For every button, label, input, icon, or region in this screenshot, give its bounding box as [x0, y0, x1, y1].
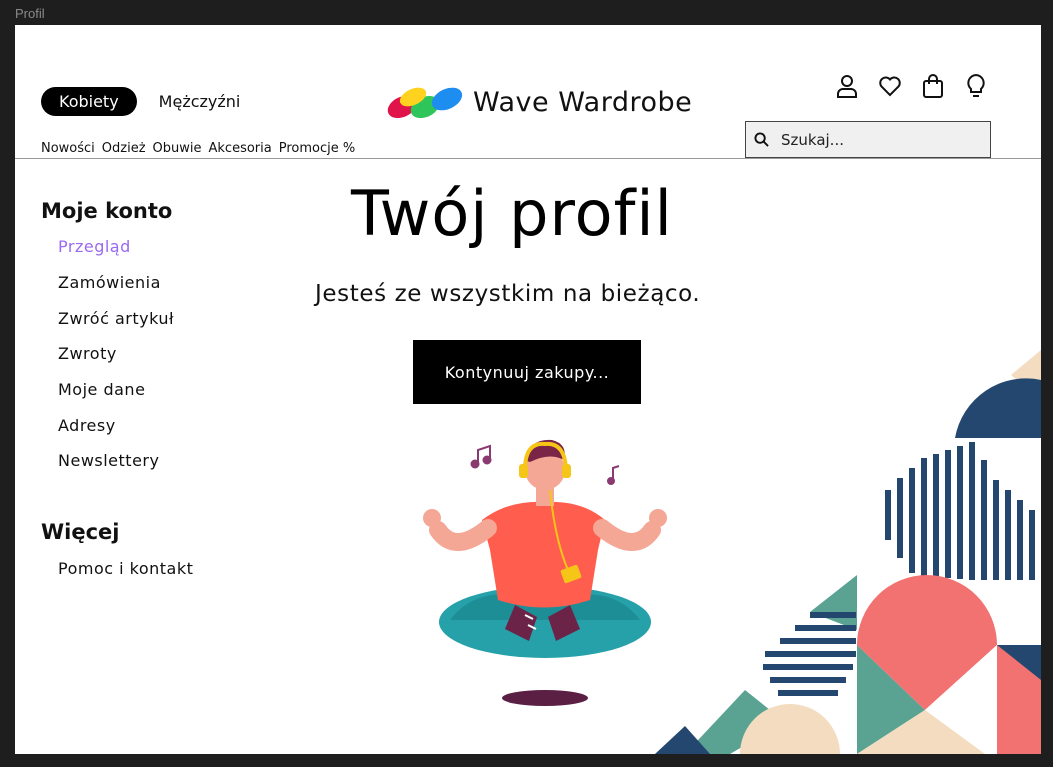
nav-accessories[interactable]: Akcesoria — [209, 141, 272, 156]
nav-new[interactable]: Nowości — [41, 141, 95, 156]
sidebar-item-returns[interactable]: Zwroty — [58, 344, 117, 363]
geometric-decoration — [655, 350, 1041, 754]
nav-promotions[interactable]: Promocje % — [279, 141, 355, 156]
tab-men[interactable]: Mężczyźni — [159, 92, 241, 111]
page-subtitle: Jesteś ze wszystkim na bieżąco. — [315, 281, 701, 307]
nav-shoes[interactable]: Obuwie — [153, 141, 202, 156]
sidebar-item-newsletters[interactable]: Newslettery — [58, 451, 159, 470]
brand-name: Wave Wardrobe — [473, 86, 693, 118]
frame-label: Profil — [15, 6, 45, 21]
header-divider — [15, 158, 1041, 159]
header-actions — [835, 73, 988, 99]
meditating-person-illustration — [423, 439, 667, 706]
nav-clothing[interactable]: Odzież — [102, 141, 146, 156]
sidebar-item-addresses[interactable]: Adresy — [58, 416, 116, 435]
gender-tabs: Kobiety Mężczyźni — [41, 87, 240, 116]
sidebar-item-my-data[interactable]: Moje dane — [58, 380, 145, 399]
page-title: Twój profil — [351, 177, 673, 250]
user-icon[interactable] — [835, 73, 859, 99]
search-icon — [754, 132, 769, 147]
search-box — [745, 121, 991, 158]
bag-icon[interactable] — [921, 73, 945, 99]
tab-women[interactable]: Kobiety — [41, 87, 137, 116]
profile-page: Kobiety Mężczyźni Nowości Odzież Obuwie … — [15, 25, 1041, 754]
sidebar-item-help[interactable]: Pomoc i kontakt — [58, 559, 193, 578]
lightbulb-icon[interactable] — [964, 73, 988, 99]
sidebar-item-orders[interactable]: Zamówienia — [58, 273, 161, 292]
more-heading: Więcej — [41, 520, 120, 544]
logo-mark-icon — [387, 87, 463, 119]
sidebar-item-overview[interactable]: Przegląd — [58, 237, 131, 256]
account-heading: Moje konto — [41, 199, 173, 223]
continue-shopping-button[interactable]: Kontynuuj zakupy... — [413, 340, 641, 404]
heart-icon[interactable] — [878, 73, 902, 99]
brand-logo[interactable]: Wave Wardrobe — [385, 85, 692, 119]
sidebar-item-return-item[interactable]: Zwróć artykuł — [58, 309, 174, 328]
search-input[interactable] — [781, 130, 971, 149]
category-nav: Nowości Odzież Obuwie Akcesoria Promocje… — [41, 141, 355, 156]
